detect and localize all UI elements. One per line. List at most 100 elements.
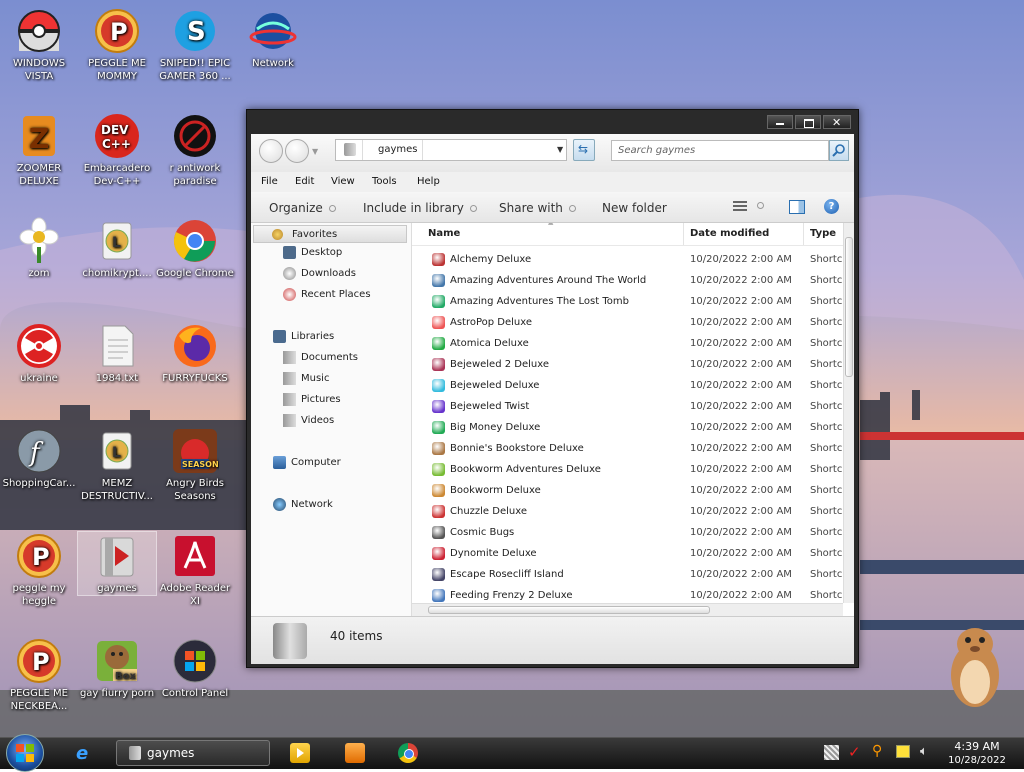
column-date-modified[interactable]: Date modified [684, 223, 804, 245]
help-icon[interactable]: ? [824, 199, 839, 214]
close-button[interactable]: ✕ [823, 115, 851, 129]
file-date: 10/20/2022 2:00 AM [690, 359, 792, 370]
chrome-taskbar-icon[interactable] [398, 743, 418, 763]
desktop-icon-angry-birds-seasons[interactable]: SEASONS Angry Birds Seasons [156, 427, 234, 503]
menu-tools[interactable]: Tools [372, 176, 397, 187]
file-name: Bejeweled 2 Deluxe [450, 359, 550, 370]
include-in-library-button[interactable]: Include in library [363, 201, 477, 215]
file-row[interactable]: Bookworm Deluxe 10/20/2022 2:00 AM Shortc [412, 480, 842, 501]
column-type[interactable]: Type [804, 223, 844, 245]
desktop-icon-label: 1984.txt [95, 373, 139, 384]
column-name[interactable]: Name [422, 223, 684, 245]
menu-help[interactable]: Help [417, 176, 440, 187]
desktop-icon-shoppingcar[interactable]: f ShoppingCar... [0, 427, 78, 490]
file-row[interactable]: Bejeweled 2 Deluxe 10/20/2022 2:00 AM Shor… [412, 354, 842, 375]
explorer-window[interactable]: ✕ ▼ gaymes ▼ ⇆ Search gaymes File Edit V… [246, 109, 859, 668]
desktop-icon-gay-fiurry-porn[interactable]: Box gay fiurry porn [78, 637, 156, 700]
menu-view[interactable]: View [331, 176, 355, 187]
nav-downloads[interactable]: Downloads [283, 267, 356, 280]
system-clock[interactable]: 4:39 AM 10/28/2022 [942, 740, 1012, 767]
flower-icon [15, 217, 63, 265]
horizontal-scrollbar[interactable] [412, 603, 843, 616]
menu-file[interactable]: File [261, 176, 278, 187]
maximize-button[interactable] [795, 115, 821, 129]
file-row[interactable]: Amazing Adventures Around The World 10/20… [412, 270, 842, 291]
forward-button[interactable] [285, 139, 309, 163]
nav-videos[interactable]: Videos [283, 414, 334, 427]
desktop-icon-google-chrome[interactable]: Google Chrome [156, 217, 234, 280]
recent-pages-arrow-icon[interactable]: ▼ [312, 147, 318, 156]
desktop-icon-network[interactable]: Network [234, 7, 312, 70]
nav-pictures[interactable]: Pictures [283, 393, 341, 406]
file-row[interactable]: Big Money Deluxe 10/20/2022 2:00 AM Shortc [412, 417, 842, 438]
desktop-icon-memz-destructiv[interactable]: L MEMZ DESTRUCTIV... [78, 427, 156, 503]
file-row[interactable]: AstroPop Deluxe 10/20/2022 2:00 AM Shortc [412, 312, 842, 333]
file-row[interactable]: Atomica Deluxe 10/20/2022 2:00 AM Shortc [412, 333, 842, 354]
desktop-icon-peggle-my-heggle[interactable]: Ppeggle my heggle [0, 532, 78, 608]
favorites-header[interactable]: Favorites [253, 225, 407, 243]
desktop-icon-windows-vista[interactable]: WINDOWS VISTA [0, 7, 78, 83]
nav-computer[interactable]: Computer [273, 456, 341, 469]
nav-documents[interactable]: Documents [283, 351, 358, 364]
desktop-icon-zom[interactable]: zom [0, 217, 78, 280]
desktop-icon-zoomer-deluxe[interactable]: Z ZOOMER DELUXE [0, 112, 78, 188]
tray-flag-icon[interactable] [896, 745, 910, 758]
paint-app-icon[interactable] [345, 743, 365, 763]
internet-explorer-icon[interactable]: e [76, 743, 96, 764]
vertical-scrollbar[interactable] [843, 223, 854, 603]
taskbar-item-gaymes[interactable]: gaymes [116, 740, 270, 766]
view-options-dropdown-icon[interactable] [757, 202, 764, 209]
file-row[interactable]: Bejeweled Deluxe 10/20/2022 2:00 AM Shortc [412, 375, 842, 396]
desktop-icon-gaymes[interactable]: gaymes [77, 531, 157, 596]
address-bar[interactable]: gaymes ▼ [335, 139, 567, 161]
back-button[interactable] [259, 139, 283, 163]
vertical-scroll-thumb[interactable] [845, 237, 853, 377]
file-row[interactable]: Bookworm Adventures Deluxe 10/20/2022 2:0… [412, 459, 842, 480]
file-date: 10/20/2022 2:00 AM [690, 464, 792, 475]
file-row[interactable]: Amazing Adventures The Lost Tomb 10/20/20… [412, 291, 842, 312]
desktop-icon-sniped-epic-gamer-360[interactable]: S SNIPED!! EPIC GAMER 360 ... [156, 7, 234, 83]
file-row[interactable]: Cosmic Bugs 10/20/2022 2:00 AM Shortc [412, 522, 842, 543]
file-row[interactable]: Alchemy Deluxe 10/20/2022 2:00 AM Shortc [412, 249, 842, 270]
desktop-icon-control-panel[interactable]: Control Panel [156, 637, 234, 700]
desktop-icon-furryfucks[interactable]: FURRYFUCKS [156, 322, 234, 385]
address-dropdown-icon[interactable]: ▼ [557, 145, 563, 154]
tray-volume-icon[interactable]: 🔈︎ [920, 744, 936, 760]
desktop-icon-adobe-reader-xi[interactable]: Adobe Reader XI [156, 532, 234, 608]
desktop-icon-r-antiwork-paradise[interactable]: r antiwork paradise [156, 112, 234, 188]
tray-checkmark-icon[interactable]: ✓ [848, 743, 864, 761]
new-folder-button[interactable]: New folder [602, 201, 667, 215]
desktop-icon-1984-txt[interactable]: 1984.txt [78, 322, 156, 385]
file-row[interactable]: Dynomite Deluxe 10/20/2022 2:00 AM Shortc [412, 543, 842, 564]
minimize-button[interactable] [767, 115, 793, 129]
nav-desktop[interactable]: Desktop [283, 246, 342, 259]
share-with-button[interactable]: Share with [499, 201, 576, 215]
organize-button[interactable]: Organize [269, 201, 336, 215]
nav-recent-places[interactable]: Recent Places [283, 288, 371, 301]
view-options-icon[interactable] [733, 201, 747, 213]
share-with-label: Share with [499, 201, 563, 215]
start-button[interactable] [6, 734, 44, 772]
nav-network[interactable]: Network [273, 498, 333, 511]
desktop-icon-embarcadero-dev-c[interactable]: DEV C++ Embarcadero Dev-C++ [78, 112, 156, 188]
search-button[interactable] [829, 140, 849, 161]
tray-search-icon[interactable]: ⚲ [872, 743, 888, 759]
tray-network-icon[interactable] [824, 745, 839, 760]
horizontal-scroll-thumb[interactable] [428, 606, 710, 614]
media-player-icon[interactable] [290, 743, 310, 763]
desktop-icon-chomikrypt[interactable]: Lchomikrypt.... [78, 217, 156, 280]
menu-edit[interactable]: Edit [295, 176, 314, 187]
file-row[interactable]: Chuzzle Deluxe 10/20/2022 2:00 AM Shortc [412, 501, 842, 522]
nav-music[interactable]: Music [283, 372, 329, 385]
file-row[interactable]: Bonnie's Bookstore Deluxe 10/20/2022 2:00… [412, 438, 842, 459]
file-row[interactable]: Escape Rosecliff Island 10/20/2022 2:00 A… [412, 564, 842, 585]
search-input[interactable]: Search gaymes [611, 140, 829, 161]
desktop-icon-peggle-me-mommy[interactable]: P PEGGLE ME MOMMY [78, 7, 156, 83]
file-row[interactable]: Bejeweled Twist 10/20/2022 2:00 AM Shortc [412, 396, 842, 417]
refresh-button[interactable]: ⇆ [573, 139, 595, 161]
desktop-icon-peggle-me-neckbea[interactable]: P PEGGLE ME NECKBEA... [0, 637, 78, 713]
preview-pane-icon[interactable] [789, 200, 805, 214]
nav-libraries[interactable]: Libraries [273, 330, 334, 343]
desktop-icon-ukraine[interactable]: ukraine [0, 322, 78, 385]
file-date: 10/20/2022 2:00 AM [690, 485, 792, 496]
